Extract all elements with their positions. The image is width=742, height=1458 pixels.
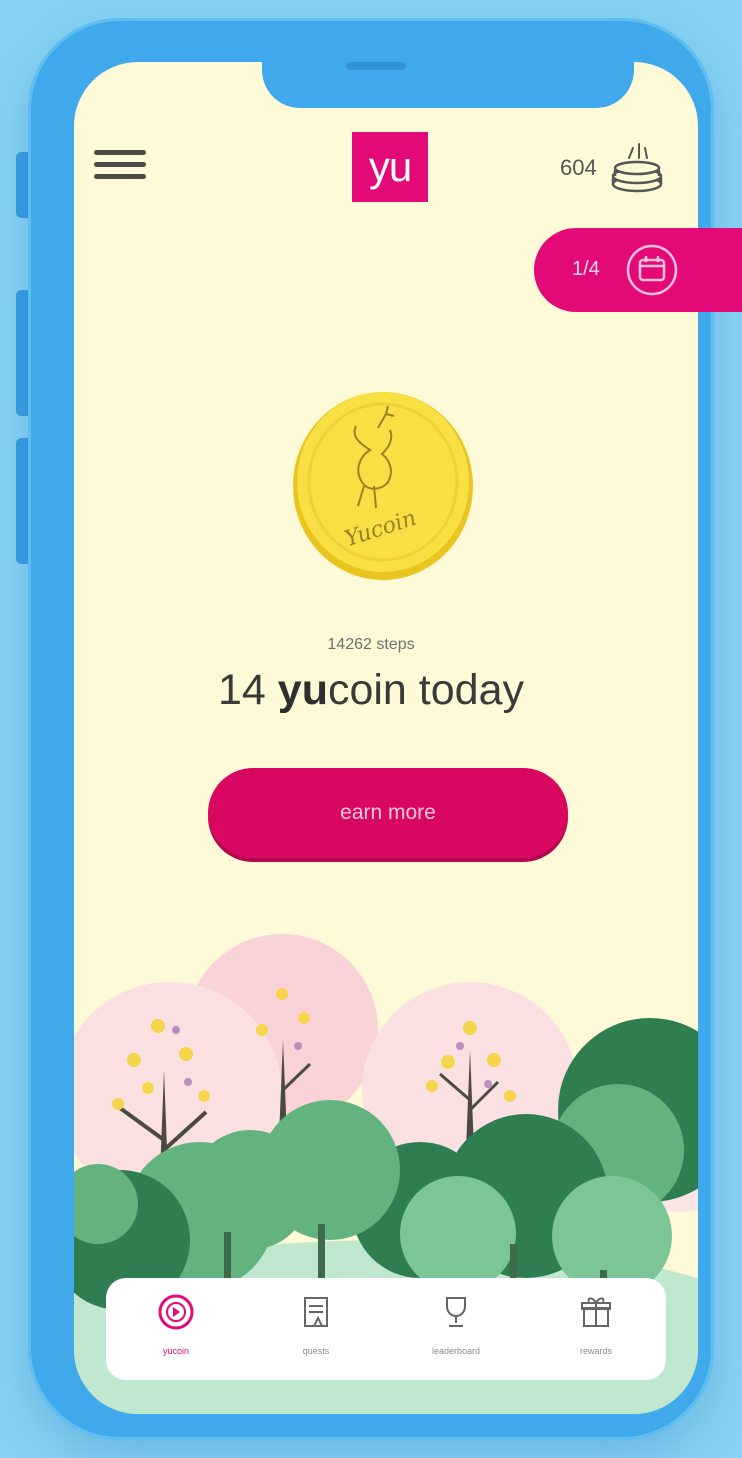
earn-more-button[interactable]: earn more	[208, 768, 568, 858]
nav-item-rewards[interactable]: rewards	[526, 1278, 666, 1380]
steps-count: 14262 steps	[327, 636, 415, 653]
nav-label-rewards: rewards	[579, 1346, 612, 1356]
quests-icon	[304, 1297, 328, 1327]
forest-illustration	[74, 934, 698, 1414]
bottom-navigation: yucoin quests leaderboard rewards	[106, 1278, 666, 1380]
coin-stack-icon	[611, 143, 662, 193]
coin-balance[interactable]: 604	[560, 140, 669, 196]
speaker-grille	[346, 62, 406, 70]
nav-item-quests[interactable]: quests	[246, 1278, 386, 1380]
daily-coin-headline: 14 yucoin today	[0, 666, 742, 715]
coin-today-text: coin today	[327, 666, 524, 714]
trophy-icon	[446, 1297, 466, 1327]
daily-quest-pill[interactable]: 1/4	[534, 228, 742, 312]
nav-label-leaderboard: leaderboard	[431, 1346, 481, 1356]
quest-progress: 1/4	[572, 258, 600, 280]
menu-icon[interactable]	[94, 150, 146, 184]
coin-balance-value: 604	[560, 155, 597, 180]
nav-item-leaderboard[interactable]: leaderboard	[386, 1278, 526, 1380]
yu-logo: yu	[352, 132, 428, 202]
phone-notch	[262, 62, 634, 108]
brand-yu: yu	[277, 666, 328, 714]
coin-nav-icon	[158, 1294, 194, 1330]
coins-today-count: 14	[217, 666, 266, 714]
nav-item-yucoin[interactable]: yucoin	[106, 1278, 246, 1380]
nav-label-quests: quests	[302, 1346, 330, 1356]
nav-label-yucoin: yucoin	[162, 1346, 189, 1356]
gift-icon	[581, 1297, 611, 1327]
yucoin-icon: Yucoin	[293, 392, 473, 580]
calendar-icon	[626, 244, 678, 296]
